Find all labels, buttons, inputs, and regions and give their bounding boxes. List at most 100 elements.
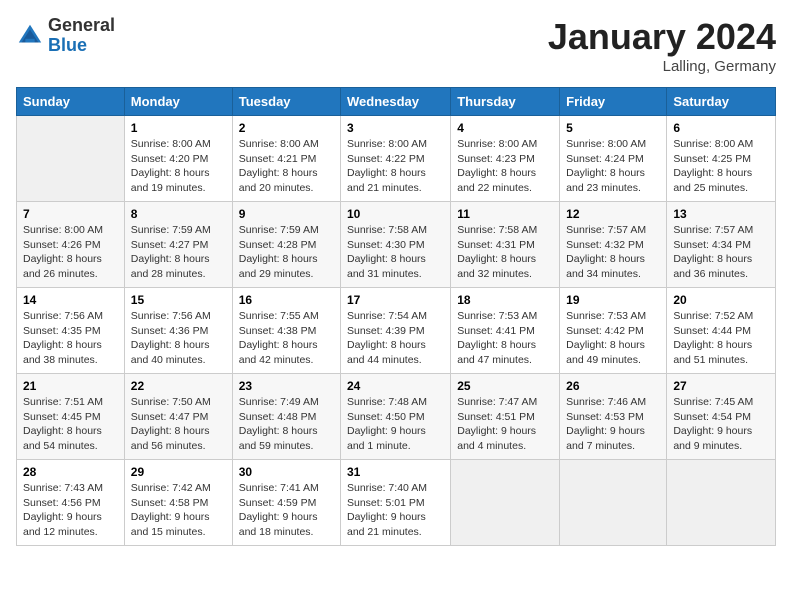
- day-detail: Sunrise: 7:45 AMSunset: 4:54 PMDaylight:…: [673, 395, 769, 454]
- day-cell: [451, 460, 560, 546]
- day-number: 19: [566, 293, 660, 307]
- day-detail: Sunrise: 7:56 AMSunset: 4:36 PMDaylight:…: [131, 309, 226, 368]
- day-detail: Sunrise: 7:43 AMSunset: 4:56 PMDaylight:…: [23, 481, 118, 540]
- day-number: 28: [23, 465, 118, 479]
- day-cell: 27 Sunrise: 7:45 AMSunset: 4:54 PMDayligh…: [667, 374, 776, 460]
- day-cell: 22 Sunrise: 7:50 AMSunset: 4:47 PMDayligh…: [124, 374, 232, 460]
- day-cell: 9Sunrise: 7:59 AMSunset: 4:28 PMDaylight…: [232, 202, 340, 288]
- day-number: 7: [23, 207, 118, 221]
- week-row-3: 14 Sunrise: 7:56 AMSunset: 4:35 PMDayligh…: [17, 288, 776, 374]
- title-block: January 2024 Lalling, Germany: [548, 16, 776, 75]
- col-header-sunday: Sunday: [17, 88, 125, 116]
- day-number: 2: [239, 121, 334, 135]
- day-number: 14: [23, 293, 118, 307]
- day-cell: 25Sunrise: 7:47 AMSunset: 4:51 PMDayligh…: [451, 374, 560, 460]
- location: Lalling, Germany: [548, 58, 776, 75]
- day-cell: 17 Sunrise: 7:54 AMSunset: 4:39 PMDayligh…: [341, 288, 451, 374]
- day-detail: Sunrise: 7:49 AMSunset: 4:48 PMDaylight:…: [239, 395, 334, 454]
- day-number: 29: [131, 465, 226, 479]
- day-cell: 5Sunrise: 8:00 AMSunset: 4:24 PMDaylight…: [560, 116, 667, 202]
- day-detail: Sunrise: 7:42 AMSunset: 4:58 PMDaylight:…: [131, 481, 226, 540]
- day-cell: 14 Sunrise: 7:56 AMSunset: 4:35 PMDayligh…: [17, 288, 125, 374]
- day-number: 11: [457, 207, 553, 221]
- day-detail: Sunrise: 7:57 AMSunset: 4:32 PMDaylight:…: [566, 223, 660, 282]
- day-detail: Sunrise: 7:47 AMSunset: 4:51 PMDaylight:…: [457, 395, 553, 454]
- day-detail: Sunrise: 7:50 AMSunset: 4:47 PMDaylight:…: [131, 395, 226, 454]
- day-detail: Sunrise: 8:00 AMSunset: 4:21 PMDaylight:…: [239, 137, 334, 196]
- logo: General Blue: [16, 16, 115, 56]
- day-cell: 20Sunrise: 7:52 AMSunset: 4:44 PMDayligh…: [667, 288, 776, 374]
- col-header-friday: Friday: [560, 88, 667, 116]
- day-cell: [17, 116, 125, 202]
- day-number: 15: [131, 293, 226, 307]
- day-number: 23: [239, 379, 334, 393]
- day-detail: Sunrise: 7:46 AMSunset: 4:53 PMDaylight:…: [566, 395, 660, 454]
- day-detail: Sunrise: 7:53 AMSunset: 4:41 PMDaylight:…: [457, 309, 553, 368]
- day-detail: Sunrise: 8:00 AMSunset: 4:22 PMDaylight:…: [347, 137, 444, 196]
- day-number: 16: [239, 293, 334, 307]
- week-row-2: 7 Sunrise: 8:00 AMSunset: 4:26 PMDaylight…: [17, 202, 776, 288]
- day-detail: Sunrise: 7:54 AMSunset: 4:39 PMDaylight:…: [347, 309, 444, 368]
- col-header-tuesday: Tuesday: [232, 88, 340, 116]
- week-row-1: 1 Sunrise: 8:00 AMSunset: 4:20 PMDaylight…: [17, 116, 776, 202]
- col-header-thursday: Thursday: [451, 88, 560, 116]
- day-number: 17: [347, 293, 444, 307]
- day-detail: Sunrise: 7:53 AMSunset: 4:42 PMDaylight:…: [566, 309, 660, 368]
- day-cell: 28 Sunrise: 7:43 AMSunset: 4:56 PMDayligh…: [17, 460, 125, 546]
- day-cell: 3Sunrise: 8:00 AMSunset: 4:22 PMDaylight…: [341, 116, 451, 202]
- day-cell: 31 Sunrise: 7:40 AMSunset: 5:01 PMDayligh…: [341, 460, 451, 546]
- day-number: 13: [673, 207, 769, 221]
- header-row: SundayMondayTuesdayWednesdayThursdayFrid…: [17, 88, 776, 116]
- day-number: 27: [673, 379, 769, 393]
- day-number: 21: [23, 379, 118, 393]
- day-detail: Sunrise: 7:57 AMSunset: 4:34 PMDaylight:…: [673, 223, 769, 282]
- day-detail: Sunrise: 7:58 AMSunset: 4:30 PMDaylight:…: [347, 223, 444, 282]
- day-cell: 30Sunrise: 7:41 AMSunset: 4:59 PMDayligh…: [232, 460, 340, 546]
- day-cell: 26 Sunrise: 7:46 AMSunset: 4:53 PMDayligh…: [560, 374, 667, 460]
- day-number: 18: [457, 293, 553, 307]
- page-header: General Blue January 2024 Lalling, Germa…: [16, 16, 776, 75]
- day-cell: 4 Sunrise: 8:00 AMSunset: 4:23 PMDaylight…: [451, 116, 560, 202]
- day-detail: Sunrise: 7:56 AMSunset: 4:35 PMDaylight:…: [23, 309, 118, 368]
- day-cell: 16 Sunrise: 7:55 AMSunset: 4:38 PMDayligh…: [232, 288, 340, 374]
- day-number: 4: [457, 121, 553, 135]
- day-cell: 24Sunrise: 7:48 AMSunset: 4:50 PMDayligh…: [341, 374, 451, 460]
- day-cell: 19 Sunrise: 7:53 AMSunset: 4:42 PMDayligh…: [560, 288, 667, 374]
- day-number: 20: [673, 293, 769, 307]
- day-cell: 15 Sunrise: 7:56 AMSunset: 4:36 PMDayligh…: [124, 288, 232, 374]
- calendar-table: SundayMondayTuesdayWednesdayThursdayFrid…: [16, 87, 776, 546]
- day-cell: 18 Sunrise: 7:53 AMSunset: 4:41 PMDayligh…: [451, 288, 560, 374]
- day-cell: 7 Sunrise: 8:00 AMSunset: 4:26 PMDaylight…: [17, 202, 125, 288]
- day-cell: 13 Sunrise: 7:57 AMSunset: 4:34 PMDayligh…: [667, 202, 776, 288]
- logo-text: General Blue: [48, 16, 115, 56]
- day-detail: Sunrise: 7:55 AMSunset: 4:38 PMDaylight:…: [239, 309, 334, 368]
- day-number: 9: [239, 207, 334, 221]
- day-number: 26: [566, 379, 660, 393]
- logo-general: General: [48, 15, 115, 35]
- day-cell: 21 Sunrise: 7:51 AMSunset: 4:45 PMDayligh…: [17, 374, 125, 460]
- day-detail: Sunrise: 8:00 AMSunset: 4:23 PMDaylight:…: [457, 137, 553, 196]
- day-number: 12: [566, 207, 660, 221]
- day-number: 1: [131, 121, 226, 135]
- day-number: 10: [347, 207, 444, 221]
- day-cell: 29 Sunrise: 7:42 AMSunset: 4:58 PMDayligh…: [124, 460, 232, 546]
- day-number: 6: [673, 121, 769, 135]
- day-detail: Sunrise: 7:51 AMSunset: 4:45 PMDaylight:…: [23, 395, 118, 454]
- month-title: January 2024: [548, 16, 776, 58]
- logo-icon: [16, 22, 44, 50]
- day-cell: 11 Sunrise: 7:58 AMSunset: 4:31 PMDayligh…: [451, 202, 560, 288]
- day-detail: Sunrise: 8:00 AMSunset: 4:20 PMDaylight:…: [131, 137, 226, 196]
- day-cell: 12 Sunrise: 7:57 AMSunset: 4:32 PMDayligh…: [560, 202, 667, 288]
- week-row-4: 21 Sunrise: 7:51 AMSunset: 4:45 PMDayligh…: [17, 374, 776, 460]
- day-detail: Sunrise: 7:40 AMSunset: 5:01 PMDaylight:…: [347, 481, 444, 540]
- day-cell: [560, 460, 667, 546]
- week-row-5: 28 Sunrise: 7:43 AMSunset: 4:56 PMDayligh…: [17, 460, 776, 546]
- day-detail: Sunrise: 7:58 AMSunset: 4:31 PMDaylight:…: [457, 223, 553, 282]
- day-detail: Sunrise: 7:48 AMSunset: 4:50 PMDaylight:…: [347, 395, 444, 454]
- day-detail: Sunrise: 7:59 AMSunset: 4:27 PMDaylight:…: [131, 223, 226, 282]
- day-number: 22: [131, 379, 226, 393]
- day-detail: Sunrise: 8:00 AMSunset: 4:26 PMDaylight:…: [23, 223, 118, 282]
- day-number: 31: [347, 465, 444, 479]
- logo-blue: Blue: [48, 35, 87, 55]
- day-number: 5: [566, 121, 660, 135]
